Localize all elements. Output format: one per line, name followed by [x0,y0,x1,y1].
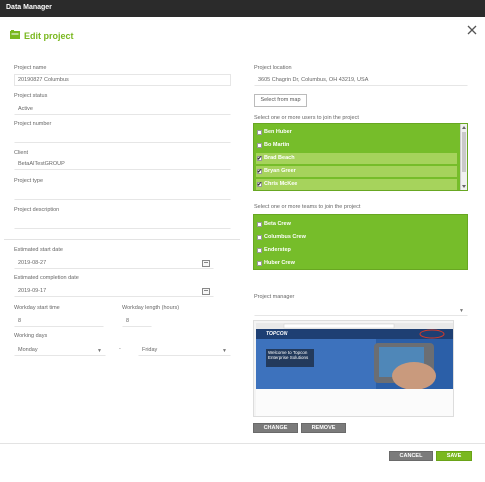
list-item[interactable]: Huber Crew [256,258,456,269]
user-name: Bo Martin [264,142,290,148]
team-name: Huber Crew [264,260,295,266]
project-description-input[interactable] [14,217,231,229]
calendar-icon[interactable] [202,260,210,267]
project-manager-select[interactable]: ▼ [254,304,468,316]
list-item[interactable]: Columbus Crew [256,232,456,243]
cancel-button[interactable]: CANCEL [389,451,433,461]
working-days-from-value: Monday [18,347,38,353]
checkbox[interactable] [257,235,262,240]
list-item[interactable]: Brad Beach [256,153,457,165]
workday-length-input[interactable]: 8 [122,315,152,327]
workday-start-label: Workday start time [14,305,60,311]
thumbnail-headline: Welcome to Topcon Enterprise Solutions [268,350,309,360]
chevron-down-icon: ▼ [222,348,227,354]
list-item[interactable]: Ben Huber [256,127,457,138]
workday-start-input[interactable]: 8 [14,315,104,327]
project-location-value: 3605 Chagrin Dr, Columbus, OH 43219, USA [258,77,369,83]
project-name-label: Project name [14,65,47,71]
working-days-to-select[interactable]: Friday ▼ [138,344,231,356]
change-button[interactable]: CHANGE [253,423,298,433]
list-item[interactable]: Chris McKee [256,179,457,190]
project-name-input[interactable]: 20190827 Columbus [14,74,231,86]
workday-length-value: 8 [126,318,130,324]
checkbox[interactable] [257,130,262,135]
completion-date-label: Estimated completion date [14,275,79,281]
teams-label: Select one or more teams to join the pro… [254,204,361,210]
teams-list[interactable]: Beta Crew Columbus Crew Enderstep Huber … [253,214,468,270]
page-title: Edit project [24,31,74,41]
select-from-map-button[interactable]: Select from map [254,94,307,107]
start-date-value: 2019-08-27 [18,260,47,266]
working-days-label: Working days [14,333,48,339]
list-item[interactable]: Bo Martin [256,140,457,151]
section-divider [4,239,240,240]
project-number-input[interactable] [14,131,231,143]
user-name: Ben Huber [264,129,292,135]
users-list[interactable]: Ben Huber Bo Martin Brad Beach Bryan Gre… [253,123,468,191]
project-location-label: Project location [254,65,292,71]
checkbox[interactable] [257,143,262,148]
users-scrollbar[interactable] [460,124,467,190]
project-status-select[interactable]: Active [14,103,231,115]
start-date-input[interactable]: 2019-08-27 [14,257,214,269]
checkbox[interactable] [257,154,262,165]
project-description-label: Project description [14,207,60,213]
user-name: Chris McKee [264,181,298,187]
project-type-input[interactable] [14,188,231,200]
client-label: Client [14,150,29,156]
edit-icon [10,30,20,39]
checkbox[interactable] [257,261,262,266]
project-thumbnail: TOPCON Welcome to Topcon Enterprise Solu… [253,320,454,417]
list-item[interactable]: Bryan Greer [256,166,457,178]
chevron-down-icon: ▼ [97,348,102,354]
team-name: Columbus Crew [264,234,306,240]
project-status-value: Active [18,106,33,112]
scrollbar-arrows [462,126,466,188]
client-value: BetaAITestGROUP [18,161,65,167]
users-label: Select one or more users to join the pro… [254,115,359,121]
team-name: Enderstep [264,247,291,253]
completion-date-input[interactable]: 2019-09-17 [14,285,214,297]
project-manager-label: Project manager [254,294,295,300]
checkbox[interactable] [257,180,262,190]
project-type-label: Project type [14,178,44,184]
save-button[interactable]: SAVE [436,451,472,461]
window-title: Data Manager [6,4,52,11]
footer-divider [0,443,485,444]
calendar-icon[interactable] [202,288,210,295]
team-name: Beta Crew [264,221,291,227]
list-item[interactable]: Beta Crew [256,219,456,230]
project-name-value: 20190827 Columbus [18,77,69,83]
checkbox[interactable] [257,222,262,227]
list-item[interactable]: Enderstep [256,245,456,256]
window-titlebar: Data Manager [0,0,485,17]
user-name: Brad Beach [264,155,295,161]
chevron-down-icon: ▼ [459,308,464,314]
workday-length-label: Workday length (hours) [122,305,180,311]
project-number-label: Project number [14,121,52,127]
working-days-separator: - [119,346,121,352]
working-days-to-value: Friday [142,347,158,353]
client-select[interactable]: BetaAITestGROUP [14,158,231,170]
checkbox[interactable] [257,248,262,253]
start-date-label: Estimated start date [14,247,63,253]
thumbnail-brand: TOPCON [266,331,288,337]
workday-start-value: 8 [18,318,22,324]
close-icon[interactable] [466,24,478,36]
working-days-from-select[interactable]: Monday ▼ [14,344,106,356]
project-location-input[interactable]: 3605 Chagrin Dr, Columbus, OH 43219, USA [254,74,468,86]
checkbox[interactable] [257,167,262,178]
project-status-label: Project status [14,93,48,99]
completion-date-value: 2019-09-17 [18,288,47,294]
user-name: Bryan Greer [264,168,296,174]
remove-button[interactable]: REMOVE [301,423,346,433]
